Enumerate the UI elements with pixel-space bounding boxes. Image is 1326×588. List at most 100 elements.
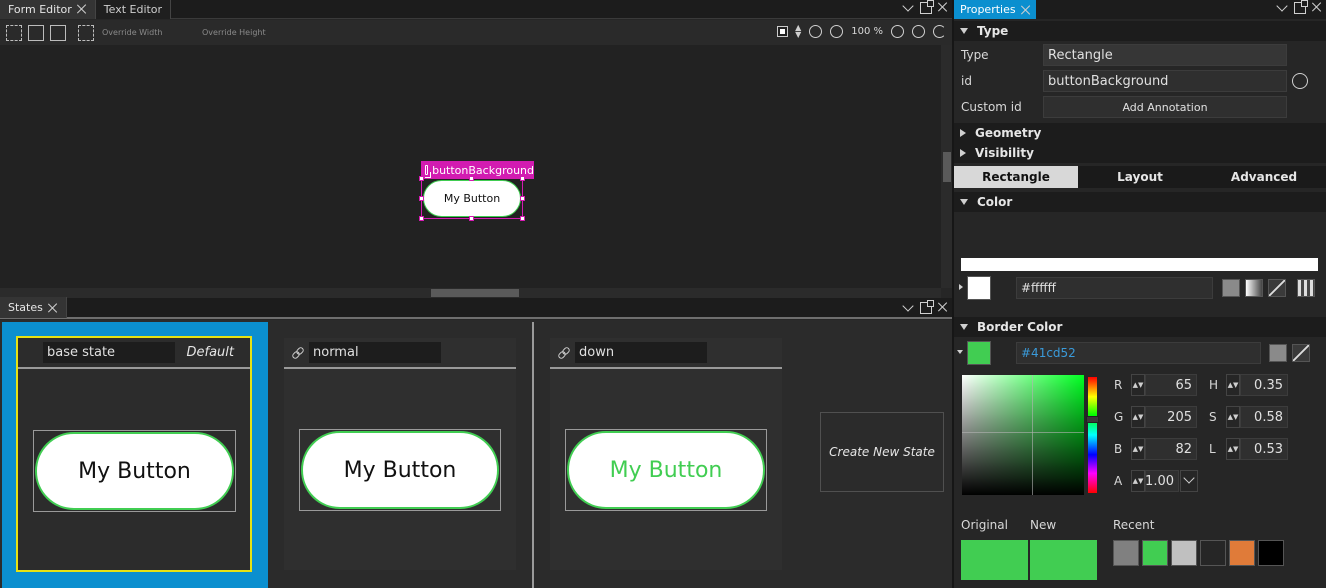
undock-icon[interactable] bbox=[920, 0, 934, 14]
saturation-value-picker[interactable] bbox=[962, 375, 1084, 495]
alpha-stepper[interactable]: ▲▼ bbox=[1131, 470, 1145, 492]
state-card-base[interactable]: base state Default My Button bbox=[16, 336, 252, 572]
id-field[interactable]: buttonBackground bbox=[1043, 70, 1287, 92]
recent-color-swatch[interactable] bbox=[1142, 540, 1168, 566]
properties-window-controls bbox=[1276, 0, 1322, 14]
zoom-in-icon[interactable] bbox=[809, 24, 823, 38]
expand-icon[interactable] bbox=[959, 284, 963, 290]
green-stepper[interactable]: ▲▼ bbox=[1131, 406, 1145, 428]
color-swatch[interactable] bbox=[967, 276, 991, 300]
blue-stepper[interactable]: ▲▼ bbox=[1131, 438, 1145, 460]
resize-handle[interactable] bbox=[520, 216, 525, 221]
hue-slider[interactable] bbox=[1088, 377, 1097, 493]
state-name-field[interactable]: normal bbox=[309, 342, 441, 363]
zoom-fit-icon[interactable] bbox=[912, 24, 925, 38]
override-height-field[interactable]: Override Height bbox=[202, 28, 302, 37]
reset-view-icon[interactable] bbox=[933, 24, 946, 38]
green-field[interactable]: 205 bbox=[1145, 406, 1197, 428]
gradient-icon[interactable] bbox=[1245, 279, 1263, 297]
original-color-swatch[interactable] bbox=[961, 540, 1028, 580]
state-name-field[interactable]: base state bbox=[43, 342, 175, 363]
resize-handle[interactable] bbox=[469, 216, 474, 221]
resize-handle[interactable] bbox=[469, 176, 474, 181]
select-content-icon[interactable] bbox=[50, 24, 66, 41]
border-color-swatch[interactable] bbox=[967, 341, 991, 365]
state-name-field[interactable]: down bbox=[575, 342, 707, 363]
show-bounds-icon[interactable] bbox=[78, 24, 94, 41]
spinner-icon[interactable]: ▲ ▼ bbox=[795, 24, 801, 39]
recent-color-swatch[interactable] bbox=[1229, 540, 1255, 566]
subtab-layout[interactable]: Layout bbox=[1078, 166, 1202, 188]
state-card-down[interactable]: down My Button bbox=[550, 338, 782, 570]
chevron-down-icon[interactable] bbox=[902, 302, 914, 314]
close-icon[interactable] bbox=[1021, 5, 1031, 15]
transparent-icon[interactable] bbox=[1292, 344, 1310, 362]
new-color-swatch[interactable] bbox=[1030, 540, 1097, 580]
subtab-rectangle[interactable]: Rectangle bbox=[954, 166, 1078, 188]
saturation-stepper[interactable]: ▲▼ bbox=[1226, 406, 1240, 428]
solid-color-icon[interactable] bbox=[1222, 279, 1240, 297]
expand-icon bbox=[960, 199, 968, 205]
solid-color-icon[interactable] bbox=[1269, 344, 1287, 362]
close-icon[interactable] bbox=[938, 2, 948, 12]
undock-icon[interactable] bbox=[1294, 0, 1308, 14]
alpha-field[interactable]: 1.00 bbox=[1145, 470, 1179, 492]
resize-handle[interactable] bbox=[419, 216, 424, 221]
hue-slider-handle[interactable] bbox=[1086, 416, 1099, 423]
section-color[interactable]: Color bbox=[954, 192, 1326, 212]
lightness-field[interactable]: 0.53 bbox=[1240, 438, 1288, 460]
color-hex-field[interactable]: #ffffff bbox=[1016, 277, 1213, 299]
lightness-stepper[interactable]: ▲▼ bbox=[1226, 438, 1240, 460]
recent-color-swatch[interactable] bbox=[1113, 540, 1139, 566]
export-icon[interactable] bbox=[1292, 73, 1308, 89]
close-icon[interactable] bbox=[48, 303, 58, 313]
blue-field[interactable]: 82 bbox=[1145, 438, 1197, 460]
close-icon[interactable] bbox=[1312, 2, 1322, 12]
section-border-color[interactable]: Border Color bbox=[954, 317, 1326, 337]
collapse-icon[interactable] bbox=[957, 350, 963, 354]
chevron-down-icon[interactable] bbox=[1276, 2, 1288, 14]
section-visibility[interactable]: Visibility bbox=[954, 143, 1326, 163]
tab-text-editor[interactable]: Text Editor bbox=[95, 0, 172, 19]
vertical-scrollbar-thumb[interactable] bbox=[943, 152, 951, 182]
select-parent-icon[interactable] bbox=[28, 24, 44, 41]
recent-color-swatch[interactable] bbox=[1171, 540, 1197, 566]
canvas-button-preview[interactable]: My Button bbox=[423, 180, 521, 217]
zoom-out-icon[interactable] bbox=[830, 24, 844, 38]
add-annotation-button[interactable]: Add Annotation bbox=[1043, 96, 1287, 118]
tab-form-editor[interactable]: Form Editor bbox=[0, 0, 96, 19]
red-field[interactable]: 65 bbox=[1145, 374, 1197, 396]
undock-icon[interactable] bbox=[920, 300, 934, 314]
recent-color-swatch[interactable] bbox=[1258, 540, 1284, 566]
tab-states[interactable]: States bbox=[0, 297, 67, 318]
zoom-all-icon[interactable] bbox=[891, 24, 904, 38]
close-icon[interactable] bbox=[77, 4, 87, 14]
selection-label[interactable]: buttonBackground bbox=[421, 161, 534, 179]
resize-handle[interactable] bbox=[520, 176, 525, 181]
state-card-normal[interactable]: normal My Button bbox=[284, 338, 516, 570]
hue-stepper[interactable]: ▲▼ bbox=[1226, 374, 1240, 396]
background-color-icon[interactable] bbox=[777, 25, 789, 37]
resize-handle[interactable] bbox=[419, 176, 424, 181]
close-icon[interactable] bbox=[938, 302, 948, 312]
resize-handle[interactable] bbox=[520, 196, 525, 201]
chevron-down-icon[interactable] bbox=[902, 2, 914, 14]
horizontal-scrollbar-thumb[interactable] bbox=[431, 289, 519, 297]
zoom-level[interactable]: 100 % bbox=[851, 26, 883, 37]
alpha-dropdown[interactable] bbox=[1180, 470, 1198, 492]
red-stepper[interactable]: ▲▼ bbox=[1131, 374, 1145, 396]
saturation-field[interactable]: 0.58 bbox=[1240, 406, 1288, 428]
create-new-state-button[interactable]: Create New State bbox=[820, 412, 944, 492]
select-children-icon[interactable] bbox=[6, 24, 22, 41]
tab-properties[interactable]: Properties bbox=[954, 0, 1036, 19]
resize-handle[interactable] bbox=[419, 196, 424, 201]
transparent-icon[interactable] bbox=[1268, 279, 1286, 297]
override-width-field[interactable]: Override Width bbox=[102, 28, 202, 37]
hue-field[interactable]: 0.35 bbox=[1240, 374, 1288, 396]
recent-color-swatch[interactable] bbox=[1200, 540, 1226, 566]
section-type[interactable]: Type bbox=[954, 21, 1326, 41]
shader-icon[interactable] bbox=[1297, 279, 1315, 297]
section-geometry[interactable]: Geometry bbox=[954, 123, 1326, 143]
subtab-advanced[interactable]: Advanced bbox=[1202, 166, 1326, 188]
border-hex-field[interactable]: #41cd52 bbox=[1016, 342, 1261, 364]
